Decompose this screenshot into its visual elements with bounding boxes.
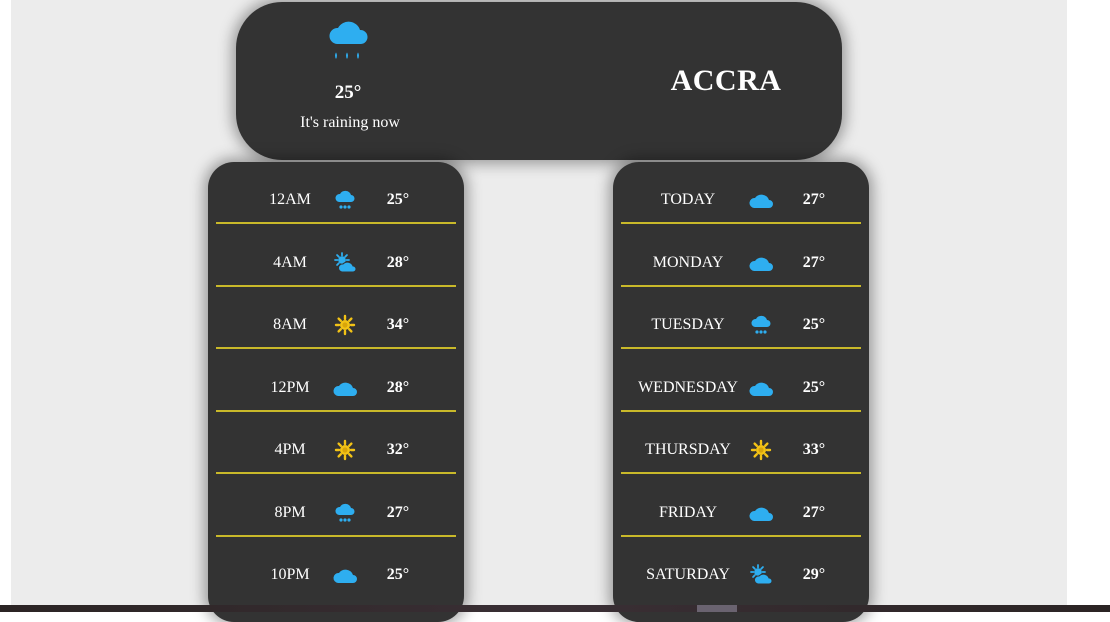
forecast-label: MONDAY [652,253,724,271]
forecast-label: 12AM [269,191,311,208]
forecast-temperature: 27° [386,503,410,521]
partly-cloudy-icon [333,251,357,274]
forecast-temperature: 33° [802,441,826,458]
forecast-label: THURSDAY [645,441,731,458]
current-weather-card: 25° It's raining now ACCRA [236,2,842,160]
forecast-temperature: 34° [386,316,410,333]
forecast-label: 4PM [274,441,306,458]
forecast-row: 12PM 28° [216,350,456,412]
forecast-label: 10PM [270,566,310,583]
cloud-icon [749,502,773,524]
forecast-label: SATURDAY [646,566,730,583]
rain-icon [333,189,357,211]
cloud-icon [333,377,357,399]
forecast-row: TODAY 27° [621,162,861,224]
forecast-temperature: 29° [802,566,826,583]
forecast-temperature: 27° [802,191,826,208]
forecast-row: 4AM 28° [216,225,456,287]
forecast-temperature: 28° [386,253,410,271]
forecast-temperature: 25° [802,378,826,396]
forecast-row: THURSDAY 33° [621,412,861,474]
forecast-row: MONDAY 27° [621,225,861,287]
forecast-temperature: 28° [386,378,410,396]
forecast-label: 12PM [270,378,310,396]
current-temperature: 25° [334,82,362,103]
forecast-label: 8PM [274,503,306,521]
cloud-icon [749,252,773,274]
forecast-label: WEDNESDAY [638,378,738,396]
cloud-icon [333,564,357,586]
forecast-row: 12AM 25° [216,162,456,224]
forecast-temperature: 25° [386,566,410,583]
taskbar-button[interactable] [697,605,737,612]
forecast-row: 8AM 34° [216,287,456,349]
rain-icon [329,21,368,59]
partly-cloudy-icon [749,564,773,586]
current-condition: It's raining now [300,114,400,131]
forecast-row: TUESDAY 25° [621,287,861,349]
forecast-row: FRIDAY 27° [621,475,861,537]
forecast-label: TUESDAY [651,316,725,333]
forecast-row: WEDNESDAY 25° [621,350,861,412]
cloud-icon [749,377,773,399]
hourly-forecast-panel: 12AM 25° 4AM 28° 8AM 34° 12PM 28° 4PM 32° 8PM 27… [208,162,464,622]
cloud-icon [749,189,773,211]
forecast-temperature: 32° [386,441,410,458]
forecast-row: 8PM 27° [216,475,456,537]
forecast-temperature: 27° [802,503,826,521]
sun-icon [333,439,357,461]
sun-icon [749,439,773,461]
forecast-label: FRIDAY [658,503,718,521]
daily-forecast-panel: TODAY 27° MONDAY 27° TUESDAY 25° WEDNESDAY 25°… [613,162,869,622]
forecast-label: 4AM [273,253,307,271]
forecast-row: SATURDAY 29° [621,537,861,599]
forecast-label: TODAY [660,191,716,208]
rain-icon [333,502,357,524]
rain-icon [749,314,773,336]
forecast-temperature: 27° [802,253,826,271]
forecast-temperature: 25° [386,191,410,208]
taskbar [0,605,1110,612]
sun-icon [333,314,357,336]
forecast-label: 8AM [273,316,307,333]
forecast-row: 10PM 25° [216,537,456,599]
forecast-row: 4PM 32° [216,412,456,474]
city-name: ACCRA [670,64,782,97]
forecast-temperature: 25° [802,316,826,333]
